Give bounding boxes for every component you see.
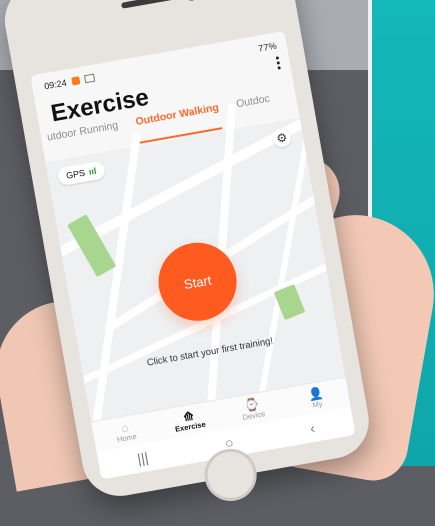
notification-icon (70, 76, 81, 86)
battery-percent: 77% (257, 40, 278, 54)
image-icon (83, 73, 95, 84)
scene: 09:24 77% Exercise utdoor Running Outdoo… (0, 0, 435, 506)
tab-outdoor-next[interactable]: Outdoc (235, 93, 272, 121)
gps-label: GPS (65, 167, 86, 181)
nav-exercise-label: Exercise (174, 419, 207, 434)
status-right: 77% (258, 41, 278, 54)
nav-home-label: Home (116, 431, 138, 444)
start-label: Start (182, 272, 213, 292)
recent-apps-button[interactable]: ||| (136, 449, 150, 467)
more-options-icon[interactable] (274, 54, 281, 70)
nav-my-label: My (311, 398, 324, 410)
gps-indicator: GPS ııl (56, 160, 106, 187)
status-time: 09:24 (43, 77, 68, 92)
map[interactable]: GPS ııl ⚙ Start Click to start your firs… (45, 102, 356, 462)
gps-signal-icon: ııl (88, 165, 98, 177)
back-button[interactable]: ‹ (309, 420, 316, 437)
map-road (87, 133, 141, 462)
status-left: 09:24 (43, 73, 95, 92)
